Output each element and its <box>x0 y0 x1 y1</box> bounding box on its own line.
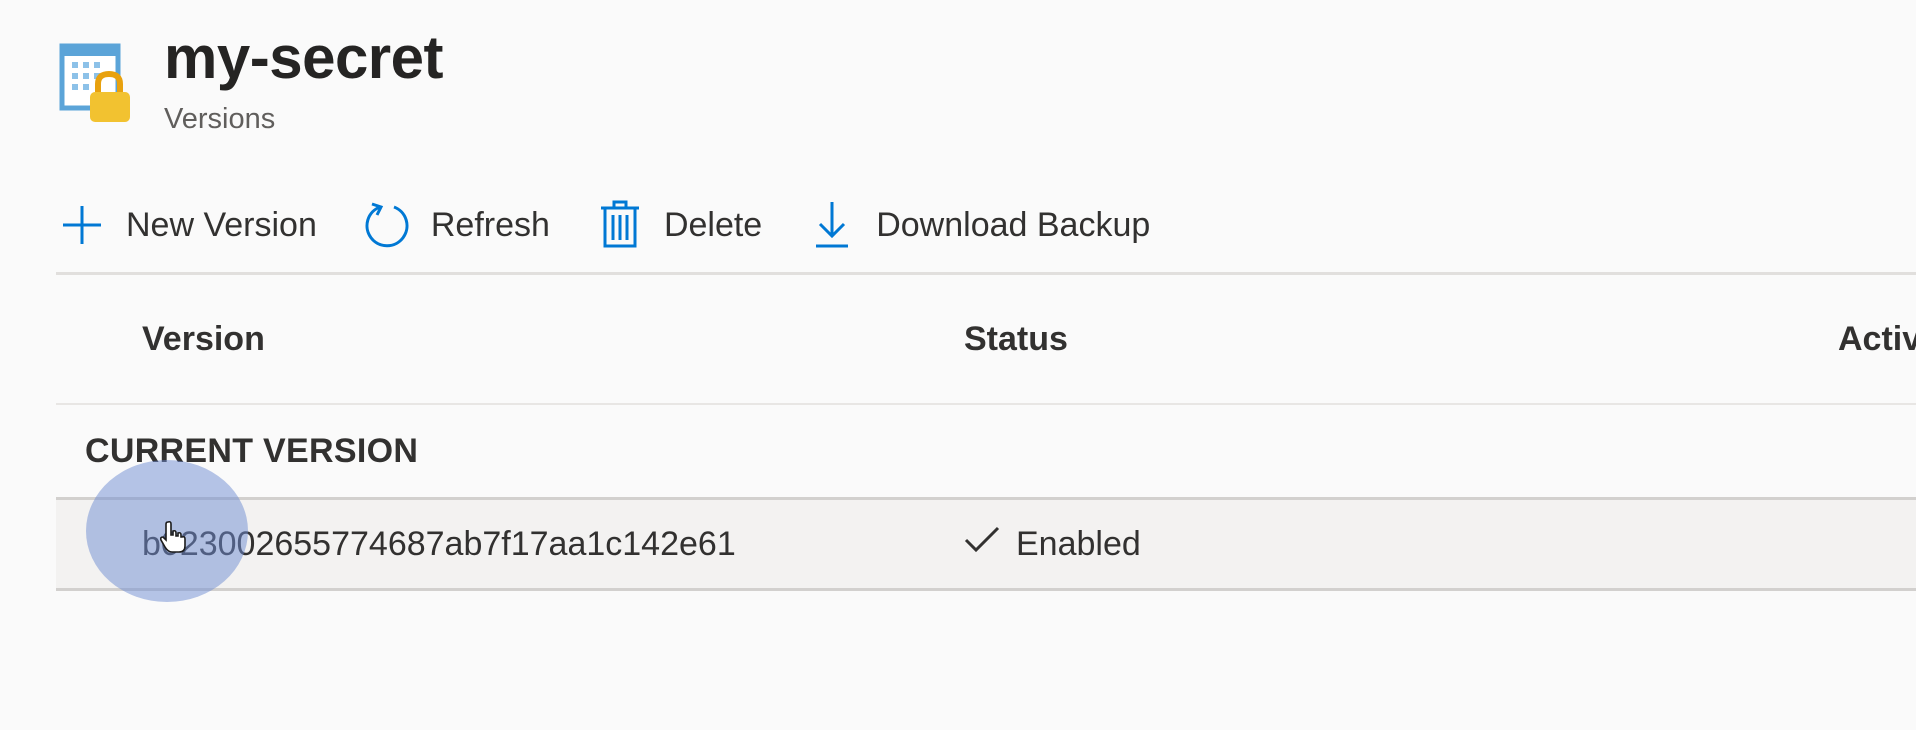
refresh-label: Refresh <box>430 205 550 244</box>
page-title: my-secret <box>164 24 444 91</box>
page-subtitle: Versions <box>164 103 276 135</box>
new-version-label: New Version <box>126 205 317 244</box>
new-version-button[interactable]: New Version <box>56 192 317 258</box>
table-row[interactable]: b023002655774687ab7f17aa1c142e61 Enabled <box>56 500 1916 591</box>
column-header-activation[interactable]: Activ <box>1838 275 1916 403</box>
key-vault-secret-icon <box>56 22 136 122</box>
download-backup-label: Download Backup <box>876 205 1151 244</box>
checkmark-icon <box>964 499 1004 587</box>
column-header-status[interactable]: Status <box>964 275 1068 403</box>
plus-icon <box>56 199 108 251</box>
delete-label: Delete <box>663 205 763 244</box>
command-bar: New Version Refresh Delete Download Back… <box>56 192 1194 258</box>
trash-icon <box>594 199 646 251</box>
secret-versions-page: my-secret Versions New Version Refresh D… <box>0 0 1916 730</box>
version-id-link[interactable]: b023002655774687ab7f17aa1c142e61 <box>142 500 736 588</box>
delete-button[interactable]: Delete <box>594 192 762 258</box>
refresh-button[interactable]: Refresh <box>361 192 550 258</box>
versions-table: Version Status Activ CURRENT VERSION b02… <box>56 275 1916 591</box>
status-cell: Enabled <box>964 500 1141 588</box>
column-header-version[interactable]: Version <box>142 275 265 403</box>
refresh-icon <box>361 199 413 251</box>
status-text: Enabled <box>1016 525 1141 563</box>
download-icon <box>806 199 858 251</box>
table-header: Version Status Activ <box>56 275 1916 405</box>
group-header-current-version: CURRENT VERSION <box>56 405 1916 500</box>
title-block: my-secret Versions <box>164 22 444 136</box>
download-backup-button[interactable]: Download Backup <box>806 192 1150 258</box>
page-header: my-secret Versions <box>56 22 444 135</box>
